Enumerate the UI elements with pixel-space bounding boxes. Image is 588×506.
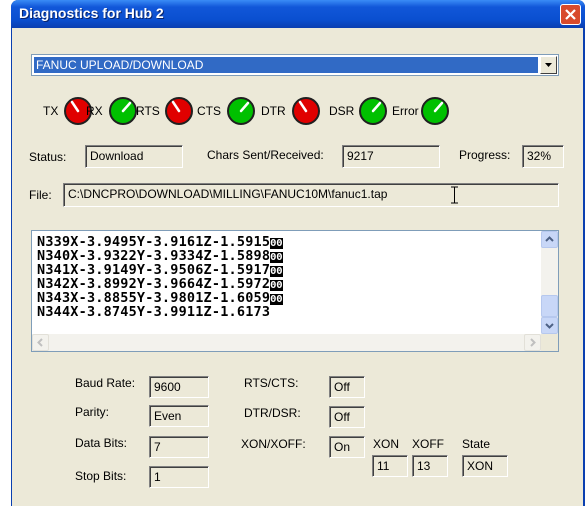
indicator-label: DSR	[329, 104, 355, 118]
chevron-right-icon	[530, 338, 536, 347]
indicator-label: Error	[392, 104, 419, 118]
chevron-down-icon	[545, 323, 554, 329]
chars-value: 9217	[342, 145, 440, 168]
led-icon	[292, 97, 320, 125]
xoff-label: XOFF	[412, 437, 444, 451]
indicator-label: RTS	[136, 104, 160, 118]
led-icon	[165, 97, 193, 125]
dtrdsr-value: Off	[329, 406, 365, 428]
rtscts-value: Off	[329, 376, 365, 398]
baud-label: Baud Rate:	[75, 376, 136, 390]
scroll-right-button[interactable]	[524, 334, 541, 351]
baud-value: 9600	[149, 376, 209, 398]
transfer-log[interactable]: N339X-3.9495Y-3.9161Z-1.5915ΘΘ N340X-3.9…	[31, 230, 559, 352]
databits-label: Data Bits:	[75, 436, 128, 450]
text-cursor-icon	[451, 186, 458, 204]
dtrdsr-label: DTR/DSR:	[244, 406, 301, 420]
parity-label: Parity:	[75, 405, 110, 419]
state-label: State	[462, 437, 491, 451]
status-value: Download	[85, 145, 183, 168]
chevron-up-icon	[545, 236, 554, 242]
led-icon	[109, 97, 137, 125]
diagnostics-window: Diagnostics for Hub 2 FANUC UPLOAD/DOWNL…	[11, 0, 585, 506]
xonxoff-label: XON/XOFF:	[241, 437, 306, 451]
scroll-corner	[541, 334, 558, 351]
led-icon	[421, 97, 449, 125]
scroll-up-button[interactable]	[541, 231, 558, 248]
scroll-left-button[interactable]	[32, 334, 49, 351]
indicator-label: TX	[43, 104, 59, 118]
indicator-label: RX	[86, 104, 103, 118]
log-line: N344X-3.8745Y-3.9911Z-1.6173	[37, 304, 270, 320]
log-line-text: N344X-3.8745Y-3.9911Z-1.6173	[37, 304, 271, 320]
crlf-glyph: ΘΘ	[270, 294, 283, 305]
led-icon	[359, 97, 387, 125]
vertical-scrollbar[interactable]	[541, 231, 558, 334]
window-title: Diagnostics for Hub 2	[19, 5, 164, 21]
chevron-left-icon	[37, 338, 43, 347]
mode-dropdown[interactable]: FANUC UPLOAD/DOWNLOAD	[31, 54, 559, 76]
progress-label: Progress:	[459, 148, 511, 162]
databits-value: 7	[149, 436, 209, 458]
xoff-value: 13	[412, 455, 448, 477]
progress-value: 32%	[522, 145, 564, 168]
chars-label: Chars Sent/Received:	[207, 148, 324, 162]
parity-value: Even	[149, 405, 209, 427]
file-path: C:\DNCPRO\DOWNLOAD\MILLING\FANUC10M\fanu…	[63, 183, 559, 207]
close-button[interactable]	[560, 4, 581, 25]
scroll-thumb[interactable]	[541, 295, 558, 317]
close-icon	[565, 9, 576, 20]
horizontal-scrollbar[interactable]	[32, 334, 541, 351]
indicator-label: DTR	[261, 104, 286, 118]
dropdown-button[interactable]	[540, 56, 557, 74]
xonxoff-value: On	[329, 436, 365, 458]
file-label: File:	[29, 188, 52, 202]
scroll-down-button[interactable]	[541, 317, 558, 334]
state-value: XON	[462, 455, 508, 477]
rtscts-label: RTS/CTS:	[244, 376, 299, 390]
status-label: Status:	[29, 150, 67, 164]
xon-value: 11	[372, 455, 408, 477]
title-bar[interactable]: Diagnostics for Hub 2	[11, 0, 585, 28]
led-icon	[227, 97, 255, 125]
chevron-down-icon	[545, 63, 552, 67]
xon-label: XON	[373, 437, 400, 451]
indicator-label: CTS	[197, 104, 221, 118]
stopbits-value: 1	[149, 466, 209, 488]
stopbits-label: Stop Bits:	[75, 469, 127, 483]
mode-selected: FANUC UPLOAD/DOWNLOAD	[34, 57, 538, 73]
